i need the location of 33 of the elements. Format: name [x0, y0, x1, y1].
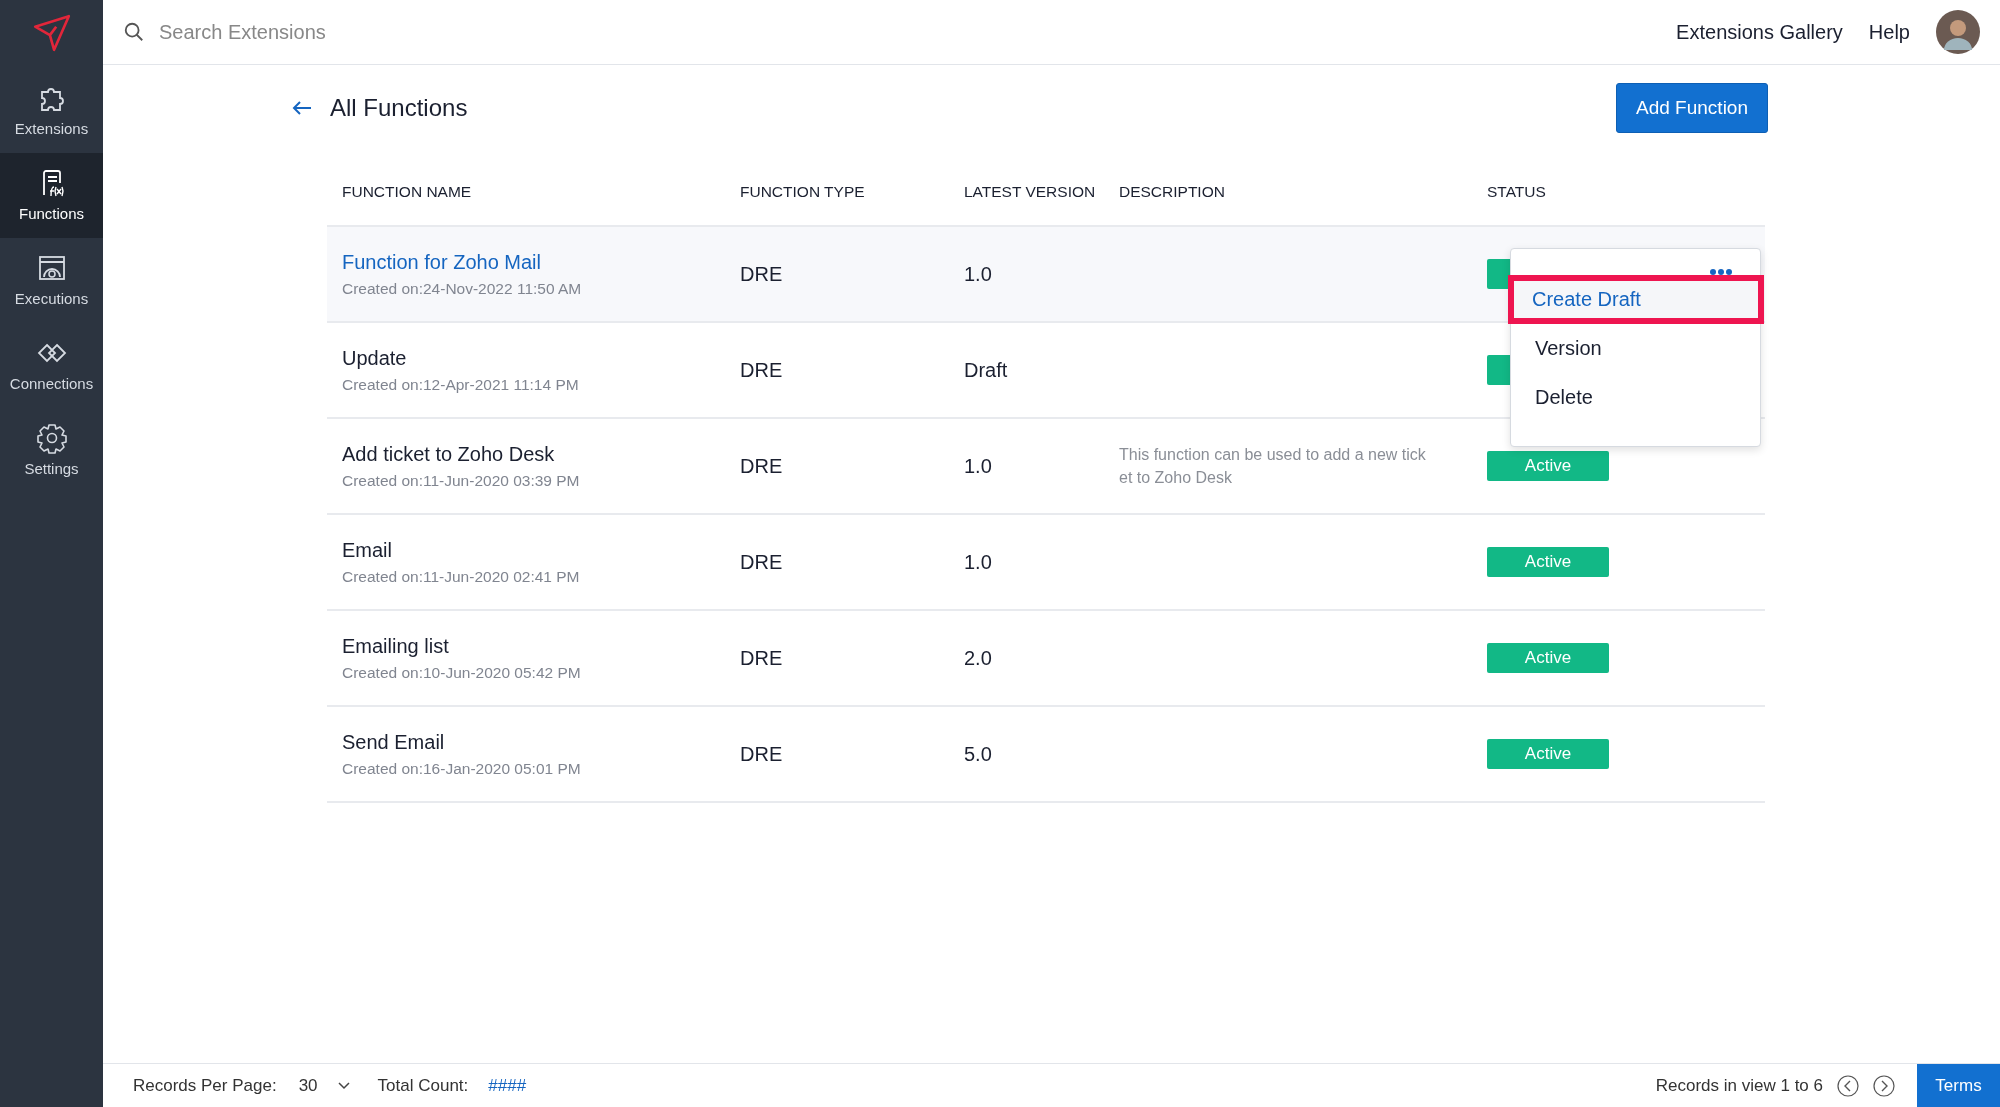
- column-header: FUNCTION TYPE: [739, 183, 866, 201]
- total-count: ####: [488, 1075, 527, 1096]
- status-badge: Active: [1487, 547, 1609, 577]
- column-header: DESCRIPTION: [1118, 183, 1226, 201]
- created-date: Created on:16-Jan-2020 05:01 PM: [342, 759, 582, 778]
- created-date: Created on:11-Jun-2020 02:41 PM: [342, 567, 581, 586]
- table-cell-text: DRE: [740, 646, 784, 670]
- table-cell-text: DRE: [740, 742, 784, 766]
- description: This function can be used to add a new tick et to Zoho Desk: [1119, 444, 1427, 488]
- status-badge: Active: [1487, 451, 1609, 481]
- created-date: Created on:10-Jun-2020 05:42 PM: [342, 663, 582, 682]
- table-cell-text: DRE: [740, 550, 784, 574]
- column-header: LATEST VERSION: [963, 183, 1097, 201]
- table-cell-text: 1.0: [964, 262, 993, 286]
- status-badge: Active: [1487, 643, 1609, 673]
- table-cell-text: 1.0: [964, 454, 993, 478]
- table-cell-text: DRE: [740, 454, 784, 478]
- records-in-view: Records in view 1 to 6: [1655, 1075, 1823, 1096]
- table-cell-text: Draft: [964, 358, 1009, 382]
- status-badge: Active: [1487, 739, 1609, 769]
- table-cell-text: DRE: [740, 262, 784, 286]
- table-cell-text: 5.0: [964, 742, 993, 766]
- column-header: FUNCTION NAME: [341, 183, 473, 201]
- table-cell-text: DRE: [740, 358, 784, 382]
- created-date: Created on:11-Jun-2020 03:39 PM: [342, 471, 581, 490]
- column-header: STATUS: [1486, 183, 1547, 201]
- table-cell-text: 2.0: [964, 646, 993, 670]
- total-count-label: Total Count:: [377, 1075, 469, 1096]
- created-date: Created on:24-Nov-2022 11:50 AM: [342, 279, 583, 298]
- page-title: All Functions: [330, 94, 469, 122]
- created-date: Created on:12-Apr-2021 11:14 PM: [342, 375, 580, 394]
- per-page-label: Records Per Page:: [133, 1075, 277, 1096]
- table-cell-text: 1.0: [964, 550, 993, 574]
